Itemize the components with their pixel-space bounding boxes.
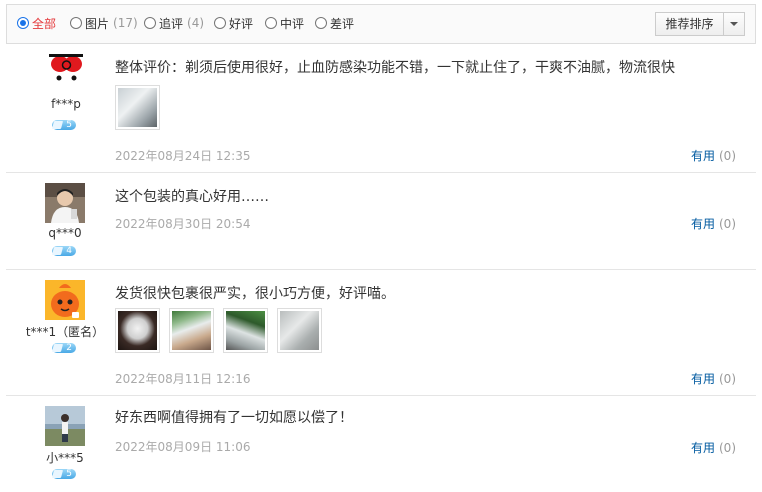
filter-label: 中评 [280,16,305,31]
filter-negative[interactable]: 差评 [315,14,354,32]
review-item: q***0 4 这个包装的真心好用…… 2022年08月30日 20:54 有用… [6,173,756,270]
radio-icon[interactable] [315,17,327,29]
review-filter-bar: 全部 图片 (17) 追评 (4) 好评 中评 差评 推荐排序 [6,4,756,44]
filter-label: 全部 [32,16,57,31]
filter-count: (4) [187,16,205,30]
user-level-badge: 5 [52,120,76,130]
review-image[interactable] [115,85,160,130]
avatar[interactable] [45,183,85,223]
useful-button[interactable]: 有用 (0) [691,370,736,387]
review-item: t***1（匿名） 2 发货很快包裹很严实，很小巧方便，好评喵。 2022年08… [6,270,756,396]
review-text: 整体评价：剃须后使用很好，止血防感染功能不错，一下就止住了，干爽不油腻，物流很快 [115,60,675,76]
review-image[interactable] [115,308,160,353]
review-text: 发货很快包裹很严实，很小巧方便，好评喵。 [115,286,395,302]
review-image[interactable] [169,308,214,353]
review-date: 2022年08月24日 12:35 [115,149,251,163]
filter-images[interactable]: 图片 (17) [70,14,138,32]
radio-icon[interactable] [17,17,29,29]
review-image[interactable] [223,308,268,353]
review-item: f***p 5 整体评价：剃须后使用很好，止血防感染功能不错，一下就止住了，干爽… [6,44,756,173]
useful-label: 有用 [690,372,715,386]
review-date: 2022年08月09日 11:06 [115,440,251,454]
avatar[interactable] [45,280,85,320]
review-images [115,85,160,130]
filter-neutral[interactable]: 中评 [265,14,304,32]
sort-label: 推荐排序 [656,13,724,35]
useful-button[interactable]: 有用 (0) [691,147,736,164]
useful-button[interactable]: 有用 (0) [691,439,736,456]
review-image[interactable] [277,308,322,353]
useful-count: (0) [719,217,736,231]
user-name: t***1（匿名） [25,325,105,339]
filter-label: 好评 [229,16,254,31]
radio-icon[interactable] [214,17,226,29]
useful-count: (0) [719,149,736,163]
radio-icon[interactable] [144,17,156,29]
filter-count: (17) [113,16,138,30]
filter-positive[interactable]: 好评 [214,14,253,32]
filter-label: 差评 [330,16,355,31]
filter-label: 追评 [159,16,184,31]
radio-icon[interactable] [265,17,277,29]
filter-all[interactable]: 全部 [17,14,56,32]
review-images [115,308,322,353]
useful-count: (0) [719,372,736,386]
radio-icon[interactable] [70,17,82,29]
useful-label: 有用 [690,149,715,163]
review-text: 这个包装的真心好用…… [115,189,269,205]
user-name: q***0 [48,226,82,240]
useful-label: 有用 [690,217,715,231]
chevron-down-icon[interactable] [724,22,744,26]
review-date: 2022年08月11日 12:16 [115,372,251,386]
user-level-badge: 2 [52,343,76,353]
review-text: 好东西啊值得拥有了一切如愿以偿了！ [115,410,353,426]
useful-button[interactable]: 有用 (0) [691,215,736,232]
avatar[interactable] [45,406,85,446]
avatar[interactable] [49,54,83,94]
user-level-badge: 4 [52,246,76,256]
useful-count: (0) [719,441,736,455]
filter-label: 图片 [85,16,110,31]
review-date: 2022年08月30日 20:54 [115,217,251,231]
sort-dropdown[interactable]: 推荐排序 [655,12,745,36]
useful-label: 有用 [690,441,715,455]
user-name: 小***5 [46,451,84,465]
review-item: 小***5 5 好东西啊值得拥有了一切如愿以偿了！ 2022年08月09日 11… [6,396,756,492]
user-level-badge: 5 [52,469,76,479]
filter-followup[interactable]: 追评 (4) [144,14,204,32]
user-name: f***p [51,97,81,111]
